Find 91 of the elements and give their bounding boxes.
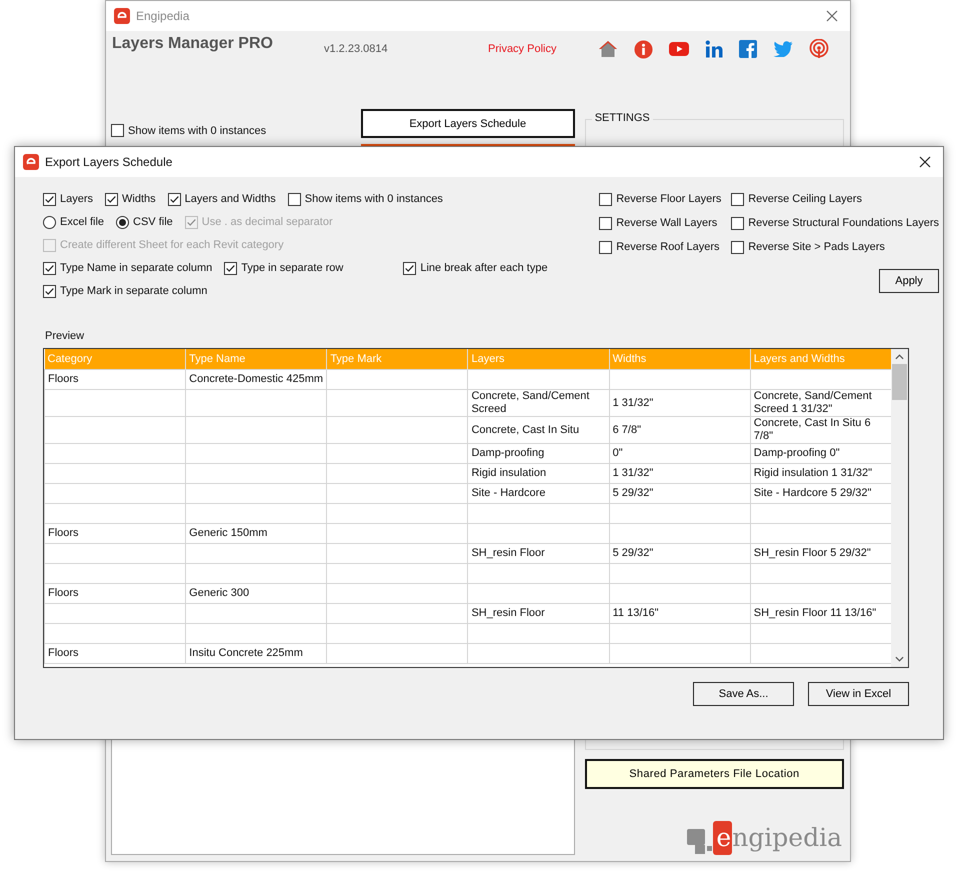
table-cell: Concrete-Domestic 425mm	[186, 370, 327, 390]
option-label: Use . as decimal separator	[202, 216, 333, 228]
video-icon[interactable]	[669, 42, 689, 56]
option-label: Type Mark in separate column	[60, 285, 208, 297]
column-header: Type Mark	[326, 349, 468, 370]
home-icon[interactable]	[598, 40, 618, 58]
option-label: Reverse Structural Foundations Layers	[748, 217, 939, 229]
option-label: Create different Sheet for each Revit category	[60, 239, 284, 251]
scroll-thumb[interactable]	[892, 364, 907, 400]
scroll-down-icon[interactable]	[895, 656, 904, 662]
option-label: Reverse Roof Layers	[616, 241, 720, 253]
preview-label: Preview	[45, 330, 86, 342]
radio-button[interactable]	[43, 216, 56, 228]
checkbox[interactable]	[599, 216, 612, 230]
table-cell: Damp-proofing	[468, 444, 610, 464]
logo-wordmark: engipedia	[713, 817, 842, 855]
checkbox[interactable]	[599, 192, 612, 206]
option-label: Reverse Site > Pads Layers	[748, 241, 885, 253]
checkbox[interactable]	[105, 192, 118, 206]
dialog-button[interactable]: Save As...	[693, 682, 794, 706]
option-label: Reverse Floor Layers	[616, 193, 722, 205]
podcast-icon[interactable]	[809, 39, 829, 59]
social-icon[interactable]	[739, 40, 757, 58]
apply-button[interactable]: Apply	[879, 269, 939, 293]
table-cell: 5 29/32"	[609, 544, 750, 564]
app-icon	[23, 154, 39, 170]
option-label: Line break after each type	[420, 262, 548, 274]
checkbox[interactable]	[731, 240, 744, 254]
table-cell: 0"	[609, 444, 750, 464]
shared-parameters-button[interactable]: Shared Parameters File Location	[584, 759, 844, 789]
column-header: Widths	[609, 349, 750, 370]
table-cell: Insitu Concrete 225mm	[186, 644, 327, 664]
window-title: Engipedia	[136, 9, 190, 23]
option-label: CSV file	[133, 216, 173, 228]
app-name: Layers Manager PRO	[112, 35, 274, 53]
checkbox-label: Show items with 0 instances	[128, 124, 266, 136]
radio-button[interactable]	[116, 216, 130, 228]
dialog-title: Export Layers Schedule	[45, 155, 172, 169]
privacy-link[interactable]: Privacy Policy	[488, 43, 588, 55]
option-label: Widths	[122, 193, 156, 205]
option-label: Type in separate row	[241, 262, 344, 274]
checkbox[interactable]	[168, 192, 181, 206]
checkbox[interactable]	[403, 262, 416, 274]
bird-icon[interactable]	[773, 41, 793, 57]
column-header: Layers and Widths	[750, 349, 891, 370]
info-icon[interactable]	[634, 40, 653, 58]
close-icon[interactable]	[919, 156, 931, 168]
table-cell: Floors	[44, 584, 186, 604]
table-cell: SH_resin Floor	[468, 544, 610, 564]
column-header: Type Name	[186, 349, 327, 370]
table-cell: Floors	[44, 524, 186, 544]
network-icon[interactable]	[705, 40, 723, 58]
table-cell: SH_resin Floor	[468, 604, 610, 624]
scroll-up-icon[interactable]	[895, 354, 904, 360]
option-label: Show items with 0 instances	[304, 193, 443, 205]
option-label: Reverse Ceiling Layers	[748, 193, 862, 205]
table-cell: Floors	[44, 644, 186, 664]
checkbox[interactable]	[43, 284, 56, 298]
version-label: v1.2.23.0814	[324, 43, 389, 55]
export-button[interactable]: Export Layers Schedule	[360, 109, 575, 138]
checkbox[interactable]	[731, 216, 744, 230]
table-cell: Generic 150mm	[186, 524, 327, 544]
table-cell: Floors	[44, 370, 186, 390]
table-cell: Rigid insulation	[468, 464, 610, 484]
checkbox[interactable]	[599, 240, 612, 254]
checkbox[interactable]	[111, 124, 124, 137]
checkbox[interactable]	[43, 262, 56, 274]
checkbox[interactable]	[43, 192, 56, 206]
table-cell: 1 31/32"	[609, 390, 750, 416]
logo-icon	[687, 827, 714, 855]
checkbox[interactable]	[731, 192, 744, 206]
option-label: Reverse Wall Layers	[616, 217, 718, 229]
table-cell: 11 13/16"	[609, 604, 750, 624]
option-label: Layers	[60, 193, 94, 205]
table-cell: 6 7/8"	[609, 416, 750, 444]
dialog-button[interactable]: View in Excel	[808, 682, 909, 706]
table-cell: Concrete, Cast In Situ	[468, 416, 610, 444]
table-cell: Site - Hardcore	[468, 484, 610, 504]
table-cell: 5 29/32"	[609, 484, 750, 504]
option-label: Layers and Widths	[184, 193, 276, 205]
column-header: Layers	[468, 349, 610, 370]
option-label: Type Name in separate column	[60, 262, 212, 274]
checkbox[interactable]	[288, 192, 301, 206]
group-title: SETTINGS	[592, 112, 653, 124]
option-label: Excel file	[60, 216, 104, 228]
column-header: Category	[44, 349, 186, 370]
app-icon	[114, 8, 130, 24]
table-cell: 1 31/32"	[609, 464, 750, 484]
checkbox[interactable]	[224, 262, 238, 274]
table-cell: Generic 300	[186, 584, 327, 604]
table-cell: Concrete, Sand/Cement Screed	[468, 390, 610, 416]
